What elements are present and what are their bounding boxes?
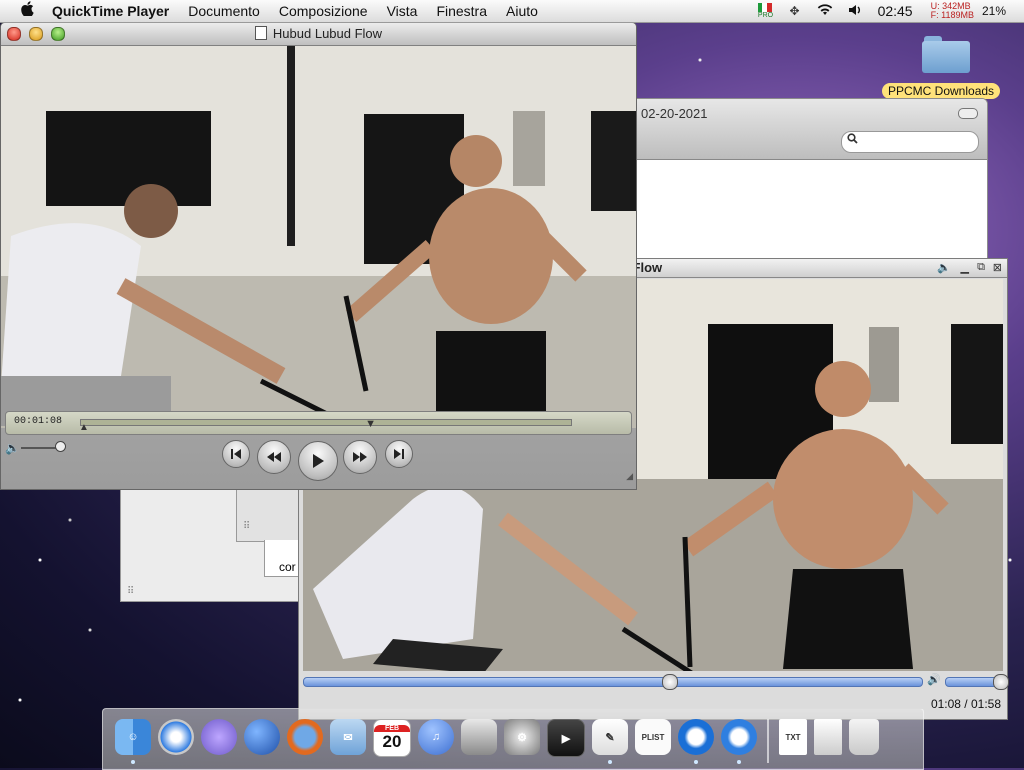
skip-forward-icon	[393, 448, 405, 460]
trash-icon[interactable]	[849, 719, 879, 755]
menu-composizione[interactable]: Composizione	[279, 3, 368, 19]
main-title-bar[interactable]: Hubud Lubud Flow	[1, 23, 636, 46]
main-timeline-track[interactable]: ▼ ▲	[80, 419, 572, 426]
battery-percent[interactable]: 21%	[982, 4, 1006, 18]
menu-bar: QuickTime Player Documento Composizione …	[0, 0, 1024, 23]
mail-icon[interactable]: ✉	[330, 719, 366, 755]
system-preferences-icon[interactable]: ⚙	[504, 719, 540, 755]
plist-editor-icon[interactable]: PLIST	[635, 719, 671, 755]
volume-icon[interactable]	[848, 4, 862, 19]
finder-window-title: 02-20-2021	[641, 106, 708, 121]
skip-back-icon	[230, 448, 242, 460]
finder-icon[interactable]: ☺	[115, 719, 151, 755]
finder-search-field[interactable]	[841, 131, 979, 153]
apple-menu-icon[interactable]	[16, 1, 38, 21]
flag-label: PRO	[758, 12, 773, 19]
adium-icon[interactable]	[201, 719, 237, 755]
menu-documento[interactable]: Documento	[188, 3, 260, 19]
clock[interactable]: 02:45	[878, 3, 913, 19]
secondary-scrubber-knob[interactable]	[662, 674, 678, 690]
itunes-icon[interactable]: ♫	[418, 719, 454, 755]
main-timeline-bar: 00:01:08 ▼ ▲	[5, 411, 632, 435]
calendar-month: FEB	[374, 725, 410, 732]
network-icon[interactable]	[244, 719, 280, 755]
dock-icons: ☺ ✉ FEB 20 ♫ ⚙ ▶ ✎ PLIST TXT	[115, 719, 886, 763]
magnifier-icon	[847, 133, 858, 147]
calendar-day: 20	[383, 732, 402, 752]
resize-grip-icon[interactable]: ⠿	[127, 586, 134, 597]
input-menu[interactable]: PRO	[758, 3, 774, 19]
quicktime-icon[interactable]	[678, 719, 714, 755]
secondary-scrubber[interactable]	[303, 677, 923, 687]
menu-extras: PRO ✥ 02:45 U: 342MB F: 1189MB 21%	[758, 0, 1024, 22]
wifi-icon[interactable]	[816, 3, 834, 19]
main-window-title: Hubud Lubud Flow	[1, 26, 636, 41]
menu-vista[interactable]: Vista	[387, 3, 418, 19]
main-window-title-text: Hubud Lubud Flow	[273, 26, 382, 41]
quicktime-window-main: Hubud Lubud Flow 00:01:08	[0, 22, 637, 490]
background-text: cor	[279, 560, 296, 574]
close-icon[interactable]: ⊠	[993, 261, 1002, 274]
calendar-icon[interactable]: FEB 20	[373, 719, 411, 757]
secondary-volume-knob[interactable]	[993, 674, 1009, 690]
play-icon	[311, 453, 325, 469]
main-volume-knob[interactable]	[55, 441, 66, 452]
play-button[interactable]	[298, 441, 338, 481]
resize-handle-icon[interactable]: ◢	[626, 471, 633, 482]
go-to-end-button[interactable]	[385, 440, 413, 468]
quicktime-player-icon[interactable]	[721, 719, 757, 755]
secondary-volume-slider[interactable]	[945, 677, 1001, 687]
fast-forward-button[interactable]	[343, 440, 377, 474]
menu-finestra[interactable]: Finestra	[436, 3, 487, 19]
toolbar-toggle-button[interactable]	[958, 108, 978, 119]
main-transport-controls: 🔈 ◢	[1, 435, 636, 485]
menu-app-name[interactable]: QuickTime Player	[52, 3, 169, 19]
secondary-time-display: 01:08 / 01:58	[931, 697, 1001, 711]
safari-icon[interactable]	[158, 719, 194, 755]
memory-free: F: 1189MB	[931, 11, 974, 20]
desktop-folder-icon[interactable]	[922, 36, 970, 74]
minimize-icon[interactable]: ▁	[961, 261, 969, 274]
rewind-button[interactable]	[257, 440, 291, 474]
finder-toolbar: 02-20-2021	[601, 99, 987, 160]
finder-window: 02-20-2021	[600, 98, 988, 260]
preview-icon[interactable]: ✎	[592, 719, 628, 755]
firefox-icon[interactable]	[287, 719, 323, 755]
restore-icon[interactable]: ⧉	[977, 261, 985, 274]
menu-aiuto[interactable]: Aiuto	[506, 3, 538, 19]
main-timecode: 00:01:08	[14, 416, 62, 427]
dashboard-icon[interactable]	[461, 719, 497, 755]
document-icon[interactable]	[814, 719, 842, 755]
desktop-folder-label[interactable]: PPCMC Downloads	[882, 83, 1000, 99]
rewind-icon	[266, 451, 282, 463]
in-marker-icon[interactable]: ▲	[79, 422, 89, 433]
italian-flag-icon	[758, 3, 772, 12]
audio-icon[interactable]: 🔈	[937, 261, 951, 274]
go-to-start-button[interactable]	[222, 440, 250, 468]
fast-forward-icon	[352, 451, 368, 463]
dock-separator	[767, 719, 769, 763]
bluetooth-move-icon[interactable]: ✥	[790, 4, 800, 18]
main-video-frame[interactable]	[1, 46, 636, 428]
secondary-volume-icon[interactable]: 🔊	[927, 673, 941, 686]
pane-grip-icon[interactable]: ⠿	[243, 521, 250, 532]
dock: ☺ ✉ FEB 20 ♫ ⚙ ▶ ✎ PLIST TXT	[102, 708, 924, 770]
memory-monitor[interactable]: U: 342MB F: 1189MB	[931, 2, 974, 20]
document-proxy-icon[interactable]	[255, 26, 267, 40]
playhead-icon[interactable]: ▼	[365, 418, 376, 430]
text-file-icon[interactable]: TXT	[779, 719, 807, 755]
main-volume-icon[interactable]: 🔈	[5, 441, 20, 455]
front-row-icon[interactable]: ▶	[547, 719, 585, 757]
